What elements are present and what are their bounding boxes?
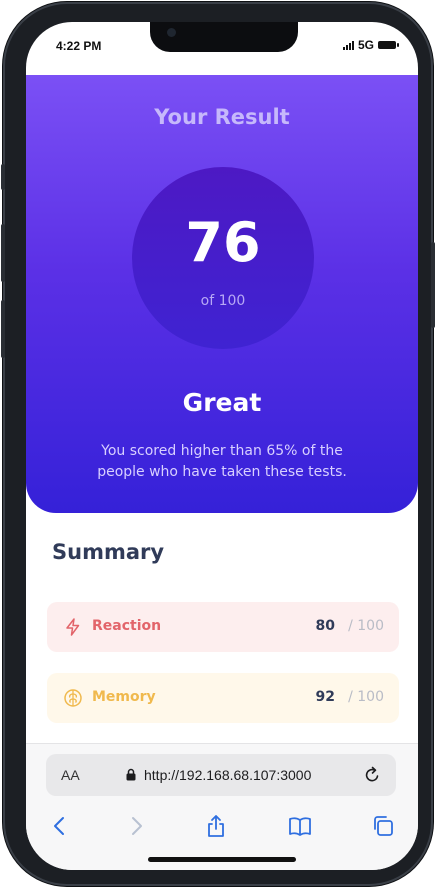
summary-item-reaction: Reaction 80 / 100 bbox=[47, 602, 399, 652]
summary-title: Summary bbox=[52, 540, 165, 564]
score-circle: 76 of 100 bbox=[132, 167, 314, 349]
tabs-icon[interactable] bbox=[371, 814, 395, 838]
score-value: 76 bbox=[185, 211, 261, 274]
summary-item-score: 80 bbox=[315, 618, 335, 634]
phone-frame: 4:22 PM 5G Your Result 76 of 100 Great Y… bbox=[1, 2, 435, 886]
notch bbox=[150, 22, 298, 52]
address-bar[interactable]: AA http://192.168.68.107:3000 bbox=[46, 754, 396, 796]
summary-item-memory: Memory 92 / 100 bbox=[47, 673, 399, 723]
browser-toolbar: AA http://192.168.68.107:3000 bbox=[26, 743, 418, 870]
network-label: 5G bbox=[357, 38, 374, 52]
brain-icon bbox=[64, 689, 82, 707]
forward-icon[interactable] bbox=[124, 814, 148, 838]
reload-icon[interactable] bbox=[362, 765, 382, 785]
camera-icon bbox=[167, 28, 176, 37]
score-max: of 100 bbox=[200, 293, 246, 309]
status-right: 5G bbox=[342, 38, 399, 52]
summary-item-max: / 100 bbox=[348, 618, 384, 634]
phone-screen: 4:22 PM 5G Your Result 76 of 100 Great Y… bbox=[26, 22, 418, 870]
summary-item-score: 92 bbox=[315, 689, 335, 705]
share-icon[interactable] bbox=[204, 814, 228, 838]
result-title: Your Result bbox=[154, 105, 290, 129]
text-size-button[interactable]: AA bbox=[61, 767, 80, 783]
result-panel: Your Result 76 of 100 Great You scored h… bbox=[26, 75, 418, 513]
signal-icon bbox=[342, 40, 354, 50]
power-button bbox=[431, 242, 435, 328]
summary-item-label: Reaction bbox=[92, 618, 162, 634]
silent-switch bbox=[1, 164, 5, 190]
summary-item-label: Memory bbox=[92, 689, 156, 705]
bookmarks-icon[interactable] bbox=[288, 814, 312, 838]
volume-up-button bbox=[1, 224, 5, 282]
volume-down-button bbox=[1, 300, 5, 358]
status-time: 4:22 PM bbox=[56, 39, 102, 53]
back-icon[interactable] bbox=[48, 814, 72, 838]
lock-icon bbox=[126, 768, 136, 781]
url-text[interactable]: http://192.168.68.107:3000 bbox=[144, 767, 311, 783]
rating-label: Great bbox=[182, 388, 262, 417]
lightning-icon bbox=[66, 618, 80, 636]
home-indicator bbox=[148, 857, 296, 862]
result-description: You scored higher than 65% of the people… bbox=[97, 443, 347, 480]
summary-item-max: / 100 bbox=[348, 689, 384, 705]
battery-icon bbox=[378, 41, 399, 49]
